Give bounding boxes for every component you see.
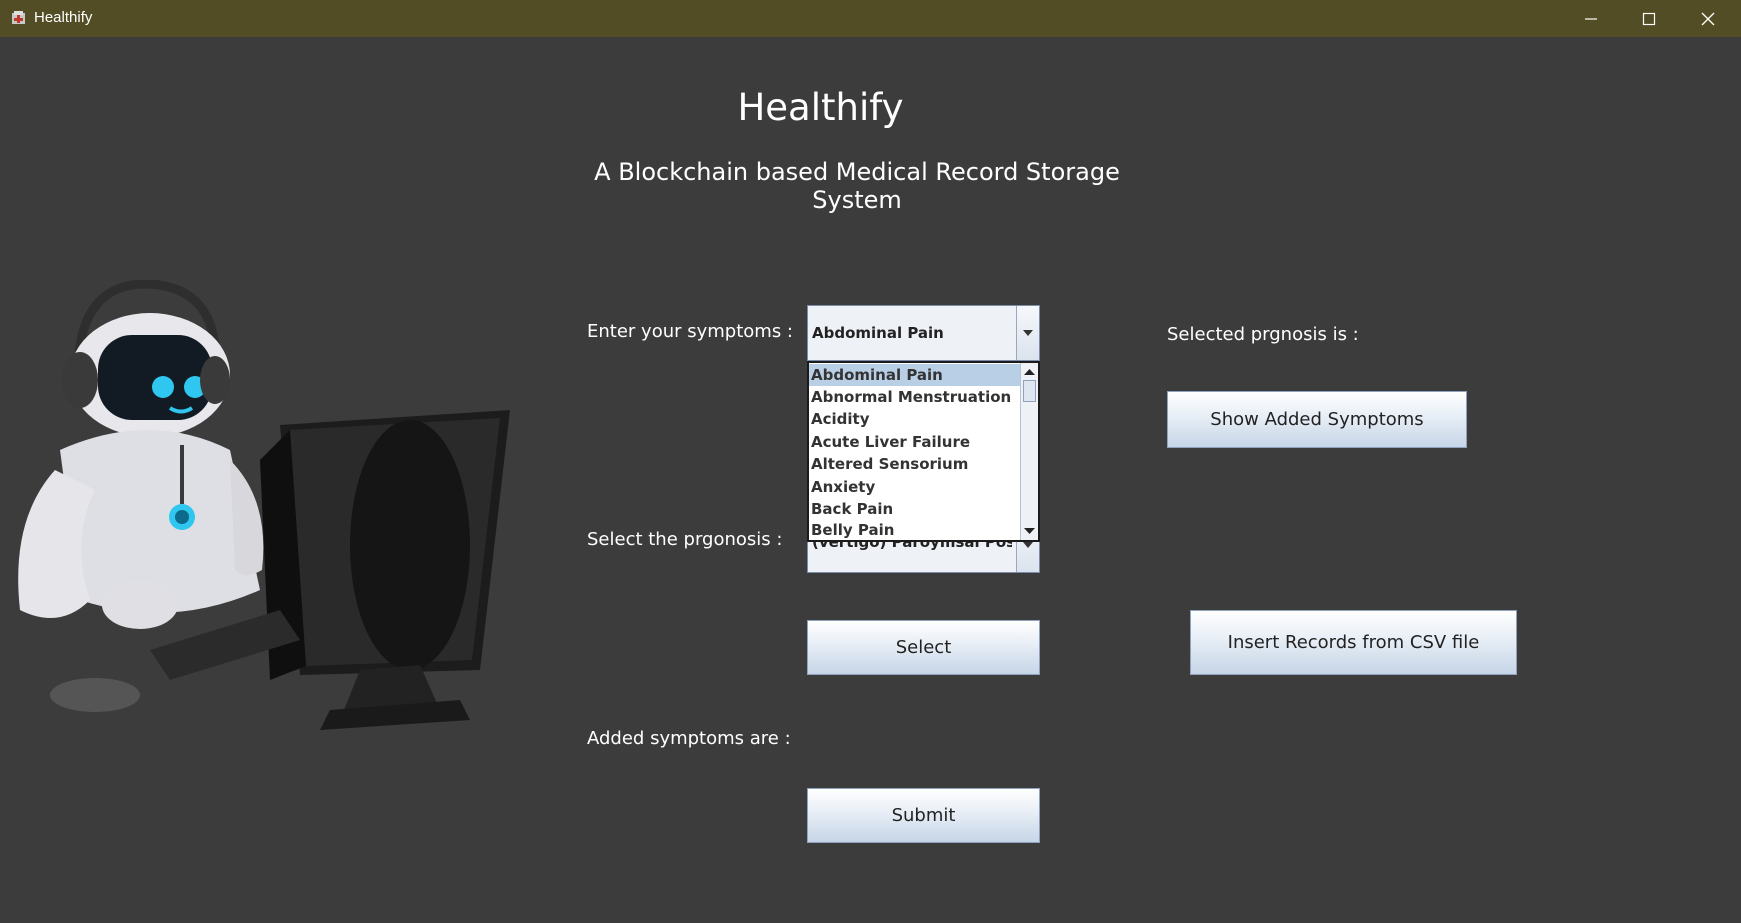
page-title: Healthify — [737, 86, 904, 129]
maximize-button[interactable] — [1620, 0, 1678, 37]
submit-button[interactable]: Submit — [807, 788, 1040, 843]
app-icon — [12, 11, 25, 24]
list-item[interactable]: Anxiety — [809, 476, 1020, 498]
list-item[interactable]: Acidity — [809, 408, 1020, 430]
selected-prognosis-label: Selected prgnosis is : — [1167, 324, 1359, 345]
symptoms-select-value: Abdominal Pain — [812, 324, 944, 342]
page-subtitle: A Blockchain based Medical Record Storag… — [594, 158, 1120, 214]
chevron-down-icon — [1023, 330, 1033, 336]
scroll-down-icon[interactable] — [1021, 524, 1038, 538]
maximize-icon — [1642, 12, 1656, 25]
minimize-button[interactable] — [1562, 0, 1620, 37]
show-added-symptoms-button[interactable]: Show Added Symptoms — [1167, 391, 1467, 448]
list-item[interactable]: Acute Liver Failure — [809, 431, 1020, 453]
dropdown-scrollbar[interactable] — [1020, 363, 1038, 540]
symptoms-dropdown-list: Abdominal Pain Abnormal Menstruation Aci… — [807, 361, 1040, 542]
symptoms-select[interactable]: Abdominal Pain — [807, 305, 1040, 361]
added-symptoms-label: Added symptoms are : — [587, 728, 791, 749]
list-item[interactable]: Abdominal Pain — [809, 364, 1020, 386]
chevron-down-icon — [1023, 542, 1033, 548]
symptoms-label: Enter your symptoms : — [587, 321, 793, 342]
list-item[interactable]: Back Pain — [809, 498, 1020, 520]
scroll-up-icon[interactable] — [1021, 365, 1038, 379]
list-item[interactable]: Abnormal Menstruation — [809, 386, 1020, 408]
scrollbar-thumb[interactable] — [1023, 380, 1036, 402]
window-title: Healthify — [34, 9, 93, 26]
insert-csv-button[interactable]: Insert Records from CSV file — [1190, 610, 1517, 675]
minimize-icon — [1585, 17, 1597, 20]
symptoms-dropdown-button[interactable] — [1016, 306, 1039, 360]
close-button[interactable] — [1679, 0, 1737, 37]
list-item[interactable]: Belly Pain — [809, 521, 1020, 540]
robot-illustration — [18, 280, 510, 730]
window-titlebar: Healthify — [0, 0, 1741, 37]
list-item[interactable]: Altered Sensorium — [809, 453, 1020, 475]
select-button[interactable]: Select — [807, 620, 1040, 675]
close-icon — [1701, 12, 1715, 25]
prognosis-label: Select the prgonosis : — [587, 529, 783, 550]
